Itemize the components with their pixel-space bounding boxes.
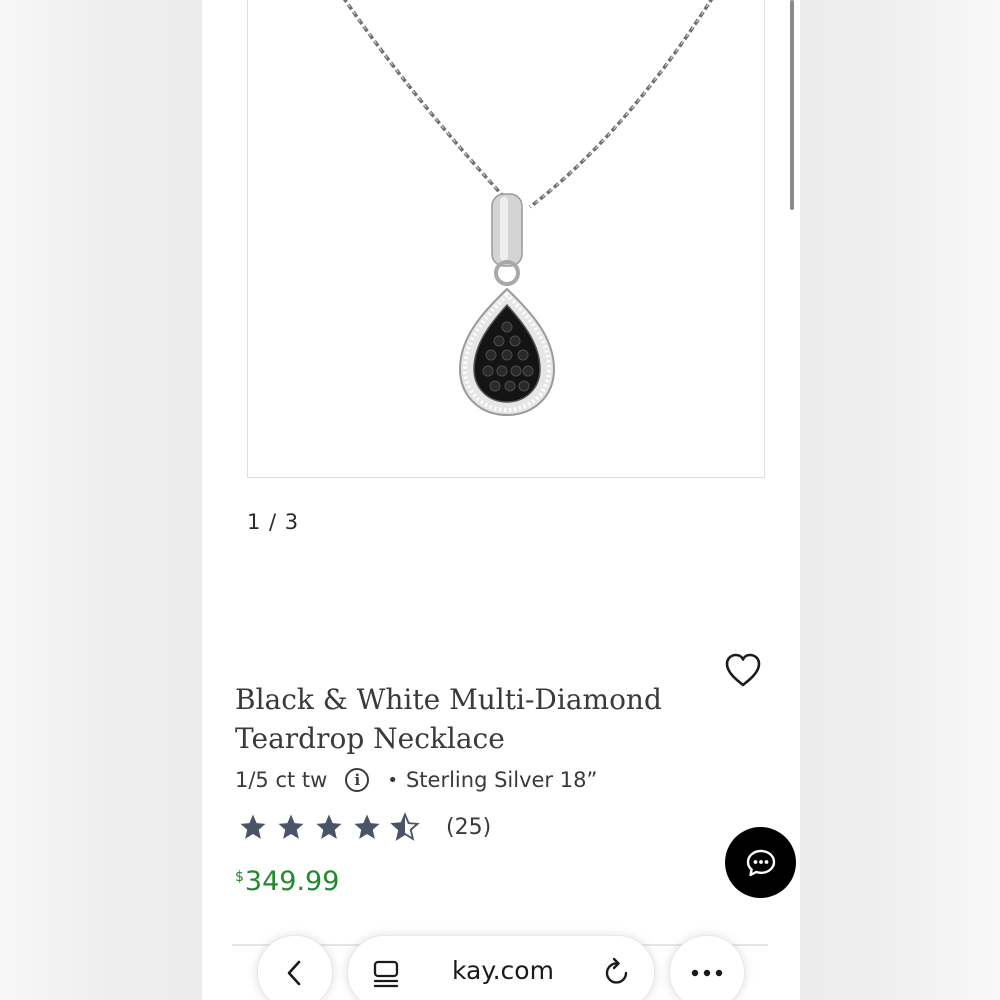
scrollbar[interactable] <box>790 0 794 210</box>
star-full-icon <box>354 814 380 839</box>
chat-button[interactable] <box>725 827 796 898</box>
product-title-line2: Teardrop Necklace <box>235 722 505 755</box>
wishlist-heart-icon[interactable] <box>722 650 764 692</box>
product-price: $ 349.99 <box>235 866 339 897</box>
product-page: 1 / 3 Black & White Multi-Diamond Teardr… <box>202 0 800 1000</box>
rating-summary[interactable]: (25) <box>238 812 491 842</box>
more-dots-icon <box>691 969 723 976</box>
currency-symbol: $ <box>235 869 244 885</box>
chevron-left-icon <box>287 960 301 985</box>
right-background <box>800 0 1000 1000</box>
tabs-icon[interactable] <box>372 958 400 988</box>
price-value: 349.99 <box>244 866 340 897</box>
necklace-image <box>342 0 714 417</box>
carat-weight: 1/5 ct tw <box>235 768 328 792</box>
star-full-icon <box>316 814 342 839</box>
metal-type: Sterling Silver 18” <box>405 768 598 792</box>
product-title: Black & White Multi-Diamond Teardrop Nec… <box>235 680 675 758</box>
left-background <box>0 0 202 1000</box>
browser-toolbar: kay.com <box>202 935 800 1000</box>
info-circle-icon[interactable]: i <box>345 768 370 792</box>
chat-bubble-icon <box>746 849 775 876</box>
more-button[interactable] <box>669 935 745 1000</box>
separator-dot: • <box>387 769 398 791</box>
review-count[interactable]: (25) <box>446 815 491 840</box>
back-button[interactable] <box>257 935 333 1000</box>
address-bar[interactable]: kay.com <box>347 935 655 1000</box>
star-half-icon <box>390 812 420 841</box>
url-text[interactable]: kay.com <box>452 956 554 985</box>
reload-icon[interactable] <box>602 956 632 988</box>
image-counter: 1 / 3 <box>247 510 300 534</box>
star-full-icon <box>278 814 304 839</box>
product-title-line1: Black & White Multi-Diamond <box>235 683 662 716</box>
product-image[interactable] <box>247 0 765 478</box>
product-specs: 1/5 ct tw i • Sterling Silver 18” <box>235 768 597 792</box>
star-full-icon <box>240 814 266 839</box>
